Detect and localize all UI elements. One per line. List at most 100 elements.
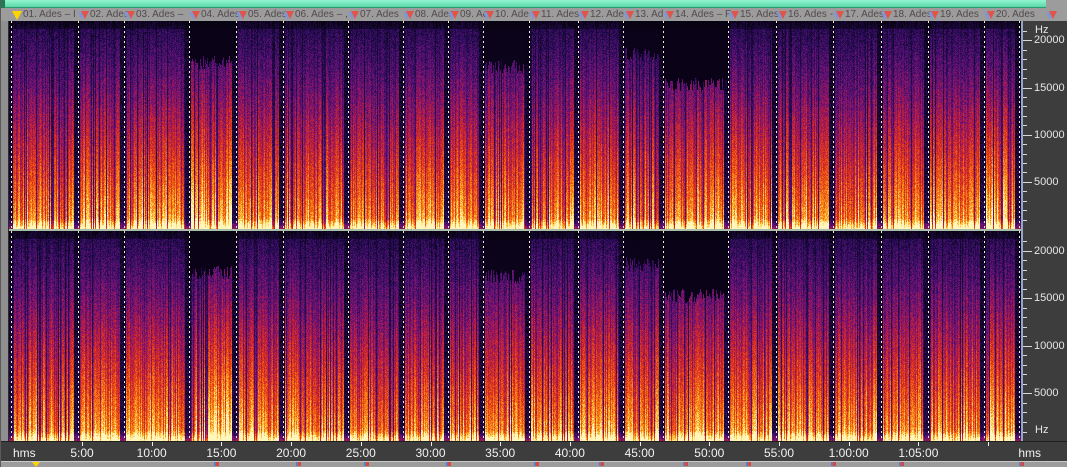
freq-major-tick [1023, 393, 1032, 395]
freq-minor-tick [1023, 200, 1027, 202]
freq-major-tick [1023, 87, 1032, 89]
cue-marker[interactable]: 16. Ades - [776, 8, 833, 21]
cue-marker-bar[interactable]: 01. Ades – I 02. Ades 03. Ades – 04. Ades 05… [1, 8, 1067, 21]
cue-flag-icon[interactable] [78, 10, 89, 20]
frequency-axis-edge [1021, 21, 1023, 441]
hz-unit-label-bottom: Hz [1035, 424, 1049, 436]
freq-minor-tick [1023, 326, 1027, 328]
cue-marker[interactable]: 08. Ades [403, 8, 454, 21]
cue-flag-icon[interactable] [403, 10, 414, 20]
scrollbar-left-notch [1, 0, 5, 8]
cue-marker-label: 20. Ades [996, 9, 1035, 20]
cue-flag-icon[interactable] [124, 10, 135, 20]
time-tick-label: 10:00 [136, 446, 167, 460]
freq-major-tick [1023, 40, 1032, 42]
frequency-axis[interactable]: Hz Hz 5000 10000 15000 20000 5000 10000 15000 2… [1021, 21, 1067, 441]
freq-minor-tick [1023, 106, 1027, 108]
freq-minor-tick [1023, 153, 1027, 155]
cue-flag-icon[interactable] [283, 10, 294, 20]
time-tick-label: 40:00 [554, 446, 585, 460]
cue-marker[interactable] [1046, 8, 1057, 21]
cue-marker-label: 16. Ades - [788, 9, 834, 20]
cue-marker[interactable]: 11. Ades - [529, 8, 585, 21]
cue-marker-label: 01. Ades – I [23, 9, 76, 20]
time-tick-label: 55:00 [763, 446, 795, 460]
time-tick [988, 442, 990, 446]
horizontal-zoom-scrollbar[interactable] [1, 0, 1046, 8]
cue-marker[interactable]: 03. Ades – [124, 8, 183, 21]
cue-marker-label: 07. Ades [360, 9, 399, 20]
cue-marker-label: 03. Ades – [136, 9, 184, 20]
cue-marker-label: 12. Ade [590, 9, 624, 20]
bottom-scrollbar-strip[interactable] [1, 461, 1067, 467]
freq-major-tick [1023, 181, 1032, 183]
freq-minor-tick [1023, 364, 1027, 366]
time-tick-label: 15:00 [206, 446, 237, 460]
time-tick-label: 45:00 [624, 446, 655, 460]
cue-flag-icon[interactable] [11, 10, 22, 20]
cue-flag-icon[interactable] [483, 10, 494, 20]
cue-flag-icon[interactable] [776, 10, 787, 20]
freq-minor-tick [1023, 288, 1027, 290]
spectrogram-channel-right[interactable] [9, 231, 1021, 441]
freq-minor-tick [1023, 191, 1027, 193]
left-edge-strip [1, 21, 9, 467]
freq-minor-tick [1023, 210, 1027, 212]
cue-flag-icon[interactable] [623, 10, 634, 20]
cue-marker[interactable]: 01. Ades – I [11, 8, 76, 21]
freq-minor-tick [1023, 260, 1027, 261]
cue-flag-icon[interactable] [348, 10, 359, 20]
time-tick-label: 5:00 [70, 446, 94, 460]
freq-minor-tick [1023, 125, 1027, 127]
freq-tick-label: 5000 [1034, 387, 1059, 400]
cue-marker-label: 06. Ades – , [295, 9, 348, 20]
cue-marker[interactable]: 20. Ades [984, 8, 1035, 21]
freq-minor-tick [1023, 30, 1027, 32]
cue-marker[interactable]: 05. Ades [236, 8, 287, 21]
cue-flag-icon[interactable] [529, 10, 540, 20]
cue-marker[interactable]: 06. Ades – , [283, 8, 348, 21]
time-unit-label-right: hms [1018, 446, 1041, 460]
cue-marker-label: 05. Ades [248, 9, 287, 20]
freq-minor-tick [1023, 219, 1027, 221]
freq-minor-tick [1023, 96, 1027, 98]
freq-minor-tick [1023, 422, 1027, 423]
cue-marker[interactable]: 14. Ades – F [663, 8, 731, 21]
cue-marker[interactable]: 13. Ad [623, 8, 663, 21]
cue-marker-label: 10. Ade [495, 9, 529, 20]
cue-marker[interactable]: 17. Ades [833, 8, 884, 21]
freq-minor-tick [1023, 144, 1027, 146]
cue-flag-icon[interactable] [448, 10, 459, 20]
freq-minor-tick [1023, 374, 1027, 376]
cue-flag-icon[interactable] [984, 10, 995, 20]
time-tick-label: 1:00:00 [828, 446, 869, 460]
cue-flag-icon[interactable] [236, 10, 247, 20]
cue-flag-icon[interactable] [928, 10, 939, 20]
time-ruler[interactable]: hms hms 5:00 10:00 15:00 20:00 25:00 30:00 35:… [1, 441, 1067, 461]
cue-marker[interactable]: 02. Ades [78, 8, 129, 21]
freq-minor-tick [1023, 412, 1027, 414]
cue-marker-label: 15. Ades [740, 9, 779, 20]
cue-flag-icon[interactable] [881, 10, 892, 20]
cue-marker[interactable]: 19. Ades [928, 8, 979, 21]
freq-tick-label: 20000 [1034, 244, 1065, 257]
cue-marker[interactable]: 10. Ade [483, 8, 529, 21]
cue-marker[interactable]: 09. Ac [448, 8, 488, 21]
freq-minor-tick [1023, 68, 1027, 70]
time-tick-label: 25:00 [345, 446, 376, 460]
cue-flag-icon[interactable] [1046, 10, 1057, 20]
cue-flag-icon[interactable] [663, 10, 674, 20]
cue-flag-icon[interactable] [578, 10, 589, 20]
time-tick-label: 35:00 [485, 446, 516, 460]
spectrogram-channel-left[interactable] [9, 21, 1021, 229]
cue-marker[interactable]: 12. Ade [578, 8, 624, 21]
cue-marker[interactable]: 07. Ades [348, 8, 399, 21]
cue-marker[interactable]: 04. Ades [189, 8, 240, 21]
cue-flag-icon[interactable] [189, 10, 200, 20]
cue-marker[interactable]: 18. Ades [881, 8, 932, 21]
cue-flag-icon[interactable] [728, 10, 739, 20]
scrollbar-right-cap [1046, 0, 1067, 8]
cue-flag-icon[interactable] [833, 10, 844, 20]
cue-marker[interactable]: 15. Ades [728, 8, 779, 21]
freq-major-tick [1023, 250, 1032, 252]
